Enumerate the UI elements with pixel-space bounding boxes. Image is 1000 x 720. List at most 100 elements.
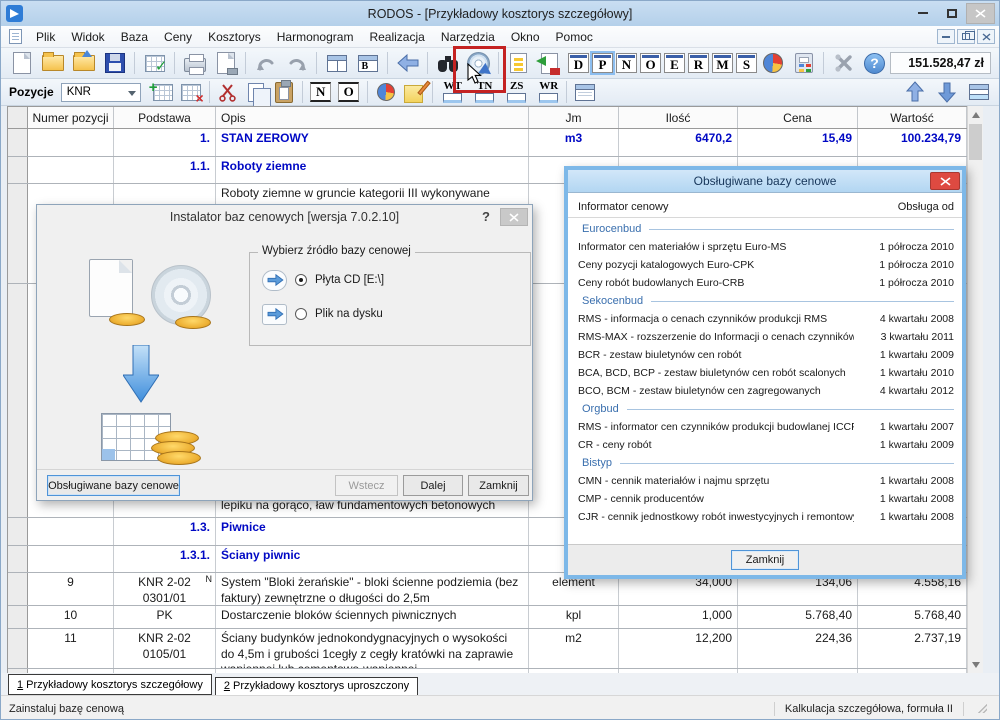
save-button[interactable] bbox=[99, 50, 130, 77]
document-icon[interactable] bbox=[9, 29, 22, 44]
cut-button[interactable] bbox=[214, 80, 242, 104]
move-down-button[interactable] bbox=[933, 80, 961, 104]
cell-ilosc[interactable]: 1,000 bbox=[619, 606, 738, 628]
cell-numer-pozycji[interactable]: 10 bbox=[28, 606, 114, 628]
radio-row-cd[interactable]: Płyta CD [E:\] bbox=[262, 269, 384, 291]
menu-item-narzędzia[interactable]: Narzędzia bbox=[433, 27, 503, 47]
menu-item-okno[interactable]: Okno bbox=[503, 27, 548, 47]
redo-button[interactable] bbox=[281, 50, 312, 77]
db-item[interactable]: BCA, BCD, BCP - zestaw biuletynów cen ro… bbox=[568, 364, 962, 382]
dialog-close-button[interactable] bbox=[930, 172, 960, 190]
cell-ilosc[interactable]: 12,200 bbox=[619, 629, 738, 668]
menu-item-pomoc[interactable]: Pomoc bbox=[548, 27, 601, 47]
mdi-close-button[interactable] bbox=[977, 29, 995, 44]
print-button[interactable] bbox=[179, 50, 210, 77]
close-installer-button[interactable]: Zamknij bbox=[468, 475, 529, 496]
row-gutter[interactable] bbox=[8, 573, 28, 605]
db-item[interactable]: CMN - cennik materiałów i najmu sprzętu1… bbox=[568, 472, 962, 490]
cell-podstawa[interactable]: 1.3.1. bbox=[114, 546, 216, 572]
back-button[interactable] bbox=[392, 50, 423, 77]
table-view-button[interactable] bbox=[965, 80, 993, 104]
narrative-o-button[interactable]: O bbox=[335, 80, 363, 104]
price-list-button[interactable] bbox=[503, 50, 534, 77]
cell-numer-pozycji[interactable]: 9 bbox=[28, 573, 114, 605]
menu-item-harmonogram[interactable]: Harmonogram bbox=[269, 27, 362, 47]
verify-estimate-button[interactable]: ✓ bbox=[139, 50, 170, 77]
cell-podstawa[interactable]: KNR 2-02 0105/01 bbox=[114, 629, 216, 668]
resize-grip-icon[interactable] bbox=[978, 704, 987, 713]
vertical-scrollbar[interactable] bbox=[967, 106, 983, 673]
column-header-numer-pozycji[interactable]: Numer pozycji bbox=[28, 107, 114, 128]
table-row[interactable]: 11KNR 2-02 0105/01Ściany budynków jednok… bbox=[8, 629, 967, 669]
row-gutter[interactable] bbox=[8, 184, 28, 283]
chart-small-button[interactable] bbox=[372, 80, 400, 104]
cell-wartosc[interactable]: 5.768,40 bbox=[858, 606, 967, 628]
new-file-button[interactable] bbox=[6, 50, 37, 77]
db-item[interactable]: BCO, BCM - zestaw biuletynów cen zagrego… bbox=[568, 382, 962, 400]
minimize-button[interactable] bbox=[908, 3, 937, 24]
db-item[interactable]: Ceny pozycji katalogowych Euro-CPK1 półr… bbox=[568, 256, 962, 274]
maximize-button[interactable] bbox=[937, 3, 966, 24]
cell-cena[interactable]: 5.768,40 bbox=[738, 606, 858, 628]
view-button-d[interactable]: D bbox=[568, 53, 589, 73]
view-button-e[interactable]: E bbox=[664, 53, 685, 73]
insert-tn-button[interactable]: TN bbox=[472, 81, 498, 103]
view-button-m[interactable]: M bbox=[712, 53, 733, 73]
cell-podstawa[interactable]: KNR 2-02 0301/01N bbox=[114, 573, 216, 605]
cell-jm[interactable]: m2 bbox=[529, 629, 619, 668]
insert-wr-button[interactable]: WR bbox=[536, 81, 562, 103]
column-header-cena[interactable]: Cena bbox=[738, 107, 858, 128]
chart-button[interactable] bbox=[757, 50, 788, 77]
open-file-button[interactable] bbox=[37, 50, 68, 77]
menu-item-ceny[interactable]: Ceny bbox=[156, 27, 200, 47]
cell-numer-pozycji[interactable] bbox=[28, 129, 114, 156]
settings-button[interactable] bbox=[828, 50, 859, 77]
row-gutter[interactable] bbox=[8, 476, 28, 517]
cell-numer-pozycji[interactable] bbox=[28, 518, 114, 545]
cell-podstawa[interactable]: PK bbox=[114, 606, 216, 628]
cell-opis[interactable]: Dostarczenie bloków ściennych piwnicznyc… bbox=[216, 606, 529, 628]
scrollbar-thumb[interactable] bbox=[969, 124, 982, 160]
row-gutter[interactable] bbox=[8, 129, 28, 156]
view-button-s[interactable]: S bbox=[736, 53, 757, 73]
menu-item-baza[interactable]: Baza bbox=[113, 27, 156, 47]
cell-opis[interactable]: Roboty ziemne bbox=[216, 157, 529, 183]
cell-numer-pozycji[interactable]: 11 bbox=[28, 629, 114, 668]
tab-przykładowy-kosztorys-uproszczony[interactable]: 2 Przykładowy kosztorys uproszczony bbox=[215, 677, 418, 696]
supported-databases-button[interactable]: Obsługiwane bazy cenowe bbox=[47, 475, 180, 496]
db-item[interactable]: RMS - informacja o cenach czynników prod… bbox=[568, 310, 962, 328]
supported-dialog-titlebar[interactable]: Obsługiwane bazy cenowe bbox=[568, 170, 962, 192]
catalog-select[interactable]: KNR bbox=[61, 83, 141, 102]
cell-numer-pozycji[interactable] bbox=[28, 157, 114, 183]
install-price-db-button[interactable] bbox=[463, 50, 494, 77]
column-header-jm[interactable]: Jm bbox=[529, 107, 619, 128]
view-button-n[interactable]: N bbox=[616, 53, 637, 73]
tab-przykładowy-kosztorys-szczegółowy[interactable]: 1 Przykładowy kosztorys szczegółowy bbox=[8, 674, 212, 695]
insert-wt-button[interactable]: WT bbox=[440, 81, 466, 103]
db-item[interactable]: CMP - cennik producentów1 kwartału 2008 bbox=[568, 490, 962, 508]
cell-podstawa[interactable]: 1.1. bbox=[114, 157, 216, 183]
cell-wartosc[interactable]: 2.737,19 bbox=[858, 629, 967, 668]
row-gutter[interactable] bbox=[8, 284, 28, 476]
db-item[interactable]: RMS-MAX - rozszerzenie do Informacji o c… bbox=[568, 328, 962, 346]
delete-position-button[interactable]: × bbox=[177, 80, 205, 104]
cell-cena[interactable]: 15,49 bbox=[738, 129, 858, 156]
radio-row-file[interactable]: Plik na dysku bbox=[262, 303, 383, 325]
cell-opis[interactable]: Ściany budynków jednokondygnacyjnych o w… bbox=[216, 629, 529, 668]
cell-cena[interactable]: 224,36 bbox=[738, 629, 858, 668]
cell-ilosc[interactable]: 6470,2 bbox=[619, 129, 738, 156]
cell-jm[interactable]: m3 bbox=[529, 129, 619, 156]
print-preview-button[interactable] bbox=[210, 50, 241, 77]
mdi-minimize-button[interactable] bbox=[937, 29, 955, 44]
column-header-ilość[interactable]: Ilość bbox=[619, 107, 738, 128]
table-row[interactable]: 10PKDostarczenie bloków ściennych piwnic… bbox=[8, 606, 967, 629]
cell-podstawa[interactable]: 1. bbox=[114, 129, 216, 156]
split-view-button[interactable] bbox=[321, 50, 352, 77]
close-button[interactable] bbox=[966, 3, 995, 24]
menu-item-realizacja[interactable]: Realizacja bbox=[361, 27, 432, 47]
cell-opis[interactable]: Ściany piwnic bbox=[216, 546, 529, 572]
db-item[interactable]: CJR - cennik jednostkowy robót inwestycy… bbox=[568, 508, 962, 526]
dialog-help-button[interactable]: ? bbox=[482, 209, 490, 224]
copy-button[interactable] bbox=[242, 80, 270, 104]
view-button-r[interactable]: R bbox=[688, 53, 709, 73]
